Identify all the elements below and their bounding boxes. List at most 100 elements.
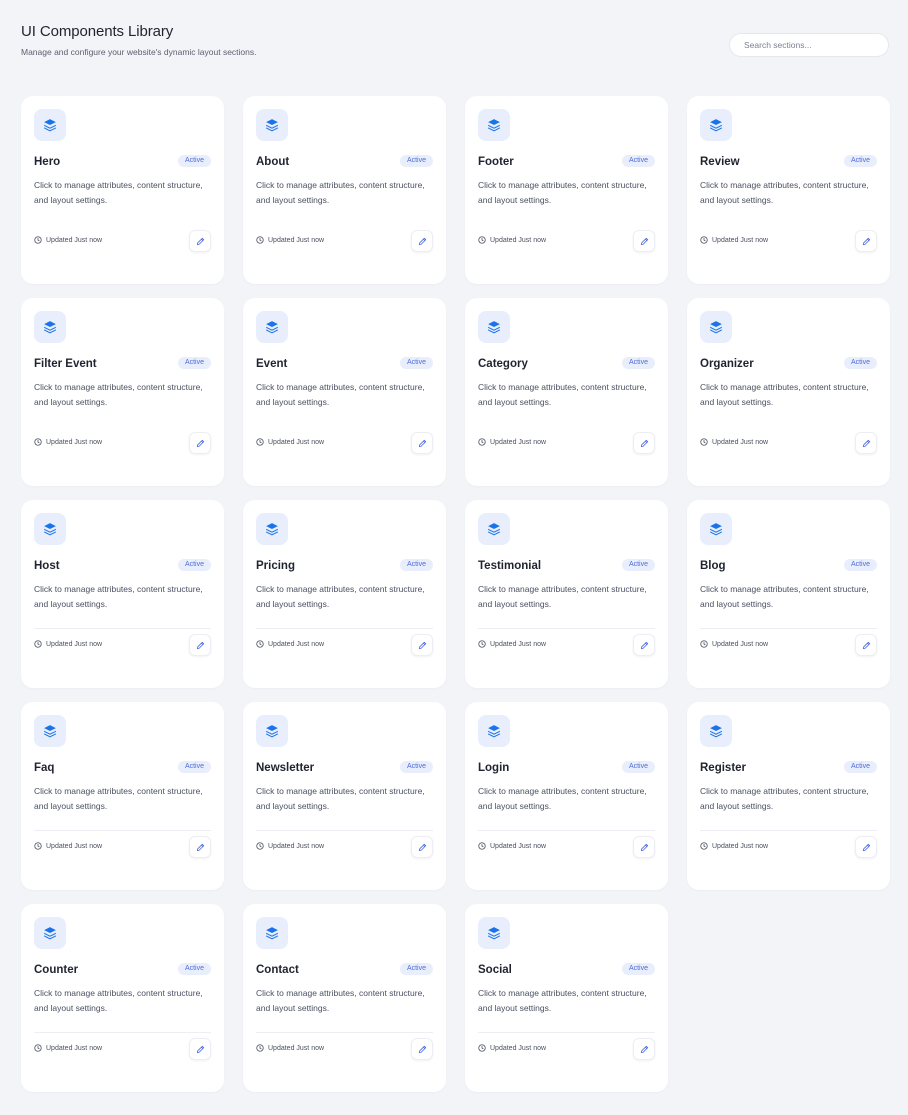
section-card-testimonial[interactable]: Testimonial Active Click to manage attri… — [465, 500, 668, 688]
clock-icon — [34, 438, 42, 446]
edit-button[interactable] — [855, 432, 877, 454]
pencil-icon — [196, 237, 205, 246]
card-description: Click to manage attributes, content stru… — [34, 988, 203, 1013]
card-description: Click to manage attributes, content stru… — [700, 786, 869, 811]
layers-icon — [478, 109, 510, 141]
layers-icon — [478, 715, 510, 747]
section-card-register[interactable]: Register Active Click to manage attribut… — [687, 702, 890, 890]
layers-icon — [700, 109, 732, 141]
clock-icon — [256, 438, 264, 446]
updated-status: Updated Just now — [700, 236, 768, 244]
card-title: Review — [700, 156, 740, 168]
edit-button[interactable] — [855, 230, 877, 252]
section-card-organizer[interactable]: Organizer Active Click to manage attribu… — [687, 298, 890, 486]
section-card-about[interactable]: About Active Click to manage attributes,… — [243, 96, 446, 284]
search-input[interactable] — [729, 33, 889, 57]
edit-button[interactable] — [633, 634, 655, 656]
updated-text: Updated Just now — [268, 1044, 325, 1052]
clock-icon — [478, 236, 486, 244]
edit-button[interactable] — [411, 1038, 433, 1060]
section-card-newsletter[interactable]: Newsletter Active Click to manage attrib… — [243, 702, 446, 890]
edit-button[interactable] — [633, 1038, 655, 1060]
clock-icon — [256, 1044, 264, 1052]
updated-text: Updated Just now — [46, 236, 103, 244]
status-badge: Active — [399, 357, 433, 369]
section-card-host[interactable]: Host Active Click to manage attributes, … — [21, 500, 224, 688]
edit-button[interactable] — [189, 836, 211, 858]
updated-text: Updated Just now — [268, 640, 325, 648]
edit-button[interactable] — [633, 230, 655, 252]
pencil-icon — [196, 641, 205, 650]
updated-text: Updated Just now — [490, 640, 547, 648]
updated-status: Updated Just now — [34, 842, 102, 850]
page-title: UI Components Library — [21, 23, 174, 40]
page-subtitle: Manage and configure your website's dyna… — [21, 47, 257, 57]
card-divider — [256, 1032, 433, 1033]
updated-status: Updated Just now — [34, 236, 102, 244]
section-card-review[interactable]: Review Active Click to manage attributes… — [687, 96, 890, 284]
pencil-icon — [418, 439, 427, 448]
edit-button[interactable] — [189, 432, 211, 454]
card-description: Click to manage attributes, content stru… — [478, 180, 647, 205]
edit-button[interactable] — [633, 836, 655, 858]
section-card-category[interactable]: Category Active Click to manage attribut… — [465, 298, 668, 486]
status-badge: Active — [843, 559, 877, 571]
card-title: Event — [256, 358, 288, 370]
edit-button[interactable] — [633, 432, 655, 454]
card-title: Contact — [256, 964, 299, 976]
clock-icon — [34, 640, 42, 648]
section-card-hero[interactable]: Hero Active Click to manage attributes, … — [21, 96, 224, 284]
edit-button[interactable] — [189, 230, 211, 252]
card-title: Category — [478, 358, 528, 370]
status-badge: Active — [843, 155, 877, 167]
edit-button[interactable] — [411, 230, 433, 252]
section-card-login[interactable]: Login Active Click to manage attributes,… — [465, 702, 668, 890]
edit-button[interactable] — [411, 432, 433, 454]
edit-button[interactable] — [189, 1038, 211, 1060]
card-title: Login — [478, 762, 510, 774]
layers-icon — [34, 109, 66, 141]
status-badge: Active — [177, 357, 211, 369]
status-badge: Active — [177, 963, 211, 975]
section-card-footer[interactable]: Footer Active Click to manage attributes… — [465, 96, 668, 284]
updated-status: Updated Just now — [700, 438, 768, 446]
clock-icon — [256, 842, 264, 850]
updated-status: Updated Just now — [34, 1044, 102, 1052]
clock-icon — [700, 438, 708, 446]
card-description: Click to manage attributes, content stru… — [34, 584, 203, 609]
section-card-blog[interactable]: Blog Active Click to manage attributes, … — [687, 500, 890, 688]
pencil-icon — [196, 843, 205, 852]
status-badge: Active — [399, 761, 433, 773]
card-divider — [34, 628, 211, 629]
card-description: Click to manage attributes, content stru… — [256, 180, 425, 205]
updated-text: Updated Just now — [490, 236, 547, 244]
section-card-faq[interactable]: Faq Active Click to manage attributes, c… — [21, 702, 224, 890]
card-description: Click to manage attributes, content stru… — [256, 382, 425, 407]
section-card-filter-event[interactable]: Filter Event Active Click to manage attr… — [21, 298, 224, 486]
pencil-icon — [862, 439, 871, 448]
edit-button[interactable] — [411, 836, 433, 858]
edit-button[interactable] — [411, 634, 433, 656]
updated-text: Updated Just now — [46, 842, 103, 850]
pencil-icon — [862, 237, 871, 246]
pencil-icon — [862, 641, 871, 650]
pencil-icon — [640, 1045, 649, 1054]
card-title: Pricing — [256, 560, 295, 572]
updated-status: Updated Just now — [478, 438, 546, 446]
updated-status: Updated Just now — [256, 438, 324, 446]
section-card-social[interactable]: Social Active Click to manage attributes… — [465, 904, 668, 1092]
section-card-counter[interactable]: Counter Active Click to manage attribute… — [21, 904, 224, 1092]
section-card-contact[interactable]: Contact Active Click to manage attribute… — [243, 904, 446, 1092]
card-title: About — [256, 156, 290, 168]
section-card-event[interactable]: Event Active Click to manage attributes,… — [243, 298, 446, 486]
edit-button[interactable] — [855, 836, 877, 858]
section-card-pricing[interactable]: Pricing Active Click to manage attribute… — [243, 500, 446, 688]
card-title: Filter Event — [34, 358, 97, 370]
card-divider — [256, 830, 433, 831]
edit-button[interactable] — [189, 634, 211, 656]
card-title: Counter — [34, 964, 79, 976]
card-divider — [34, 1032, 211, 1033]
edit-button[interactable] — [855, 634, 877, 656]
layers-icon — [256, 917, 288, 949]
clock-icon — [700, 640, 708, 648]
